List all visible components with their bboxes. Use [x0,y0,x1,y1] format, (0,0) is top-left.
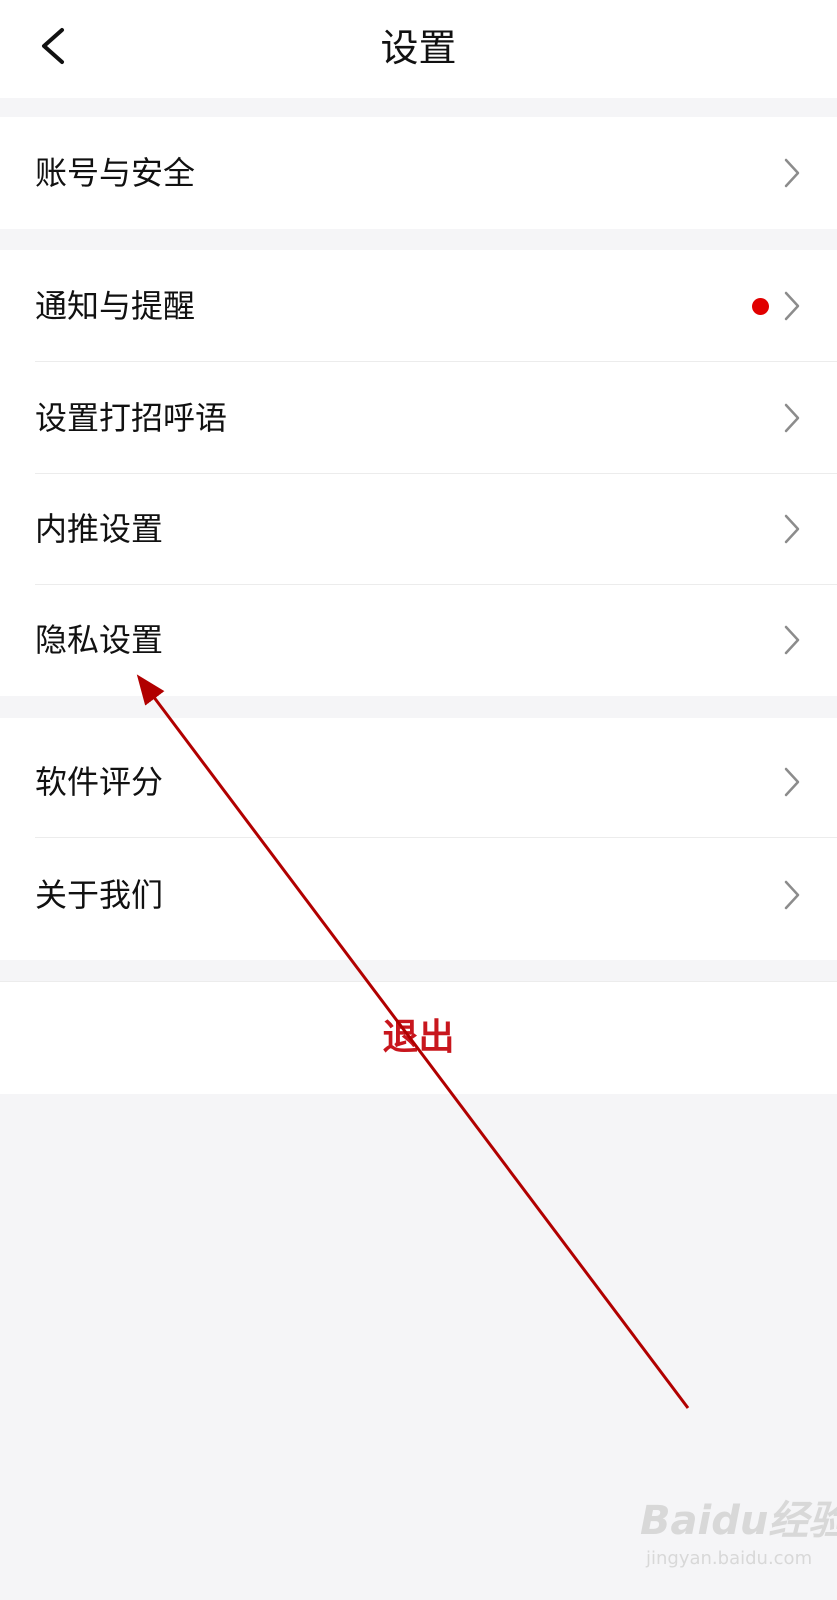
settings-item-label: 通知与提醒 [35,287,196,325]
settings-item-notifications[interactable]: 通知与提醒 [0,250,837,362]
watermark-site: jingyan.baidu.com [646,1548,813,1569]
settings-group-account: 账号与安全 [0,117,837,229]
settings-item-about-us[interactable]: 关于我们 [0,839,837,951]
settings-item-account-security[interactable]: 账号与安全 [0,117,837,229]
settings-item-rating[interactable]: 软件评分 [0,726,837,838]
settings-item-label: 关于我们 [35,876,164,914]
watermark-brand: Baidu经验 [640,1498,837,1544]
settings-group-general: 通知与提醒 设置打招呼语 内推设置 隐私设置 [0,250,837,696]
logout-button[interactable]: 退出 [0,981,837,1094]
chevron-right-icon [784,625,800,655]
header-bar: 设置 [0,0,837,98]
settings-item-label: 隐私设置 [35,621,164,659]
settings-item-label: 账号与安全 [35,154,196,192]
settings-item-referral[interactable]: 内推设置 [0,473,837,585]
divider [35,837,837,838]
settings-item-label: 设置打招呼语 [35,399,228,437]
settings-item-greeting[interactable]: 设置打招呼语 [0,362,837,474]
chevron-right-icon [784,767,800,797]
page-title: 设置 [380,26,457,70]
chevron-right-icon [784,403,800,433]
settings-group-about: 软件评分 关于我们 [0,718,837,960]
settings-item-label: 软件评分 [35,763,164,801]
notification-dot [752,298,769,315]
chevron-right-icon [784,158,800,188]
baidu-watermark: Baidu经验 jingyan.baidu.com [640,1480,837,1590]
chevron-right-icon [784,291,800,321]
settings-item-privacy[interactable]: 隐私设置 [0,584,837,696]
settings-item-label: 内推设置 [35,510,164,548]
chevron-right-icon [784,514,800,544]
logout-label: 退出 [382,1017,455,1058]
chevron-right-icon [784,880,800,910]
